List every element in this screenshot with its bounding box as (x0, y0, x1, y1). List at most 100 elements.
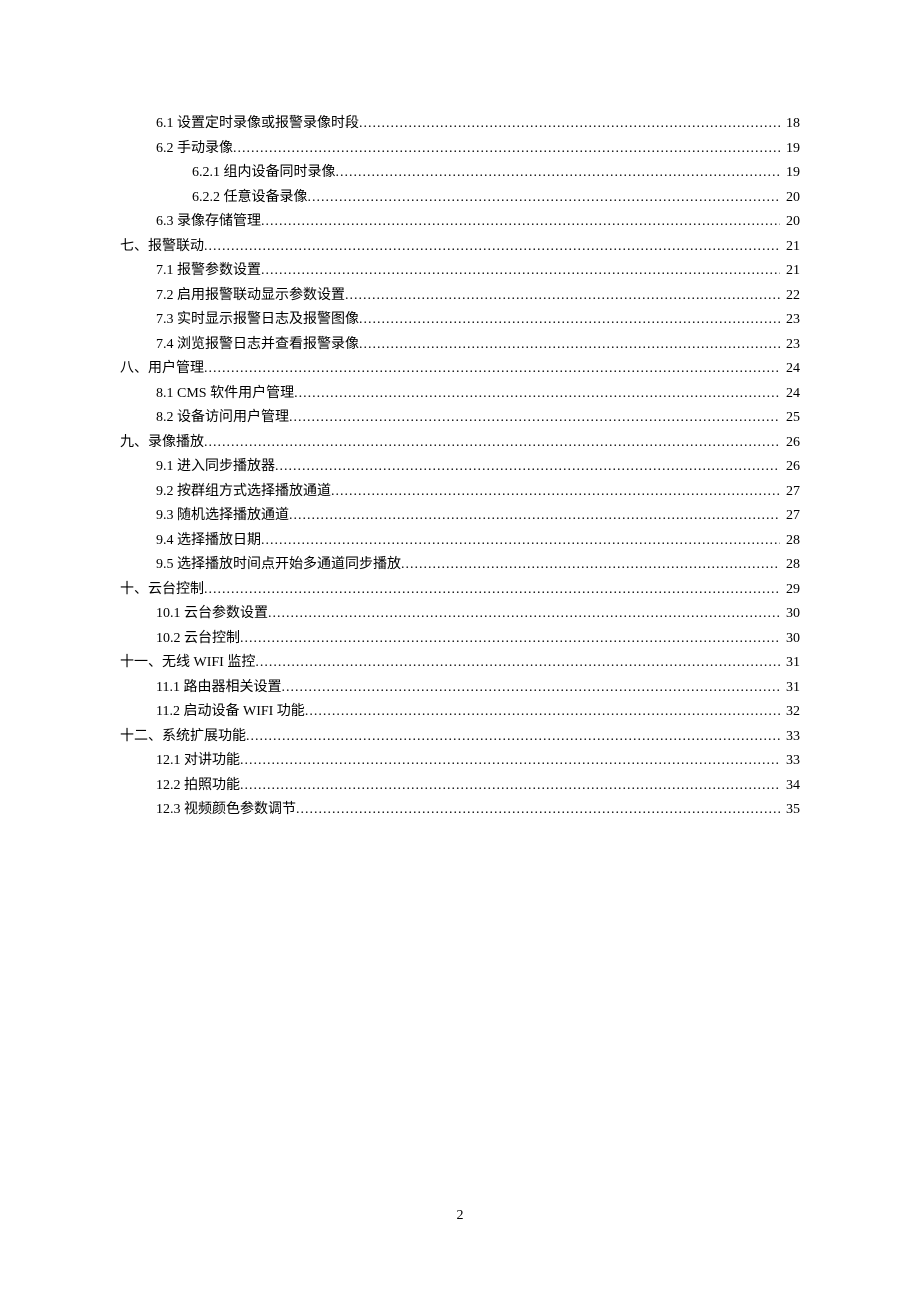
toc-entry-title: 12.3 视频颜色参数调节 (156, 798, 296, 823)
toc-entry-title: 十一、无线 WIFI 监控 (120, 651, 255, 676)
toc-entry[interactable]: 11.1 路由器相关设置 31 (120, 676, 800, 701)
toc-entry-page: 33 (780, 749, 800, 774)
toc-entry-leader (255, 651, 780, 676)
toc-entry[interactable]: 9.4 选择播放日期28 (120, 529, 800, 554)
toc-entry-page: 31 (780, 651, 800, 676)
toc-entry[interactable]: 6.1 设置定时录像或报警录像时段 18 (120, 112, 800, 137)
toc-entry[interactable]: 十、云台控制 29 (120, 578, 800, 603)
toc-entry-leader (289, 406, 780, 431)
toc-entry-leader (261, 259, 780, 284)
toc-entry-page: 33 (780, 725, 800, 750)
toc-entry[interactable]: 8.2 设备访问用户管理25 (120, 406, 800, 431)
toc-entry-title: 10.2 云台控制 (156, 627, 240, 652)
toc-entry-title: 十、云台控制 (120, 578, 204, 603)
toc-entry-leader (240, 749, 780, 774)
toc-entry-title: 6.2.2 任意设备录像 (192, 186, 308, 211)
toc-entry-page: 19 (780, 137, 800, 162)
toc-entry-page: 35 (780, 798, 800, 823)
toc-entry[interactable]: 12.2 拍照功能34 (120, 774, 800, 799)
toc-entry-title: 6.2.1 组内设备同时录像 (192, 161, 336, 186)
toc-entry-title: 11.2 启动设备 WIFI 功能 (156, 700, 305, 725)
toc-entry-title: 10.1 云台参数设置 (156, 602, 268, 627)
toc-entry-page: 22 (780, 284, 800, 309)
toc-entry-page: 24 (780, 357, 800, 382)
toc-entry-leader (401, 553, 780, 578)
toc-entry-leader (305, 700, 780, 725)
toc-entry-leader (345, 284, 780, 309)
toc-entry-title: 6.1 设置定时录像或报警录像时段 (156, 112, 359, 137)
toc-entry[interactable]: 12.1 对讲功能 33 (120, 749, 800, 774)
toc-entry-page: 20 (780, 186, 800, 211)
toc-entry-title: 七、报警联动 (120, 235, 204, 260)
toc-entry-title: 7.3 实时显示报警日志及报警图像 (156, 308, 359, 333)
toc-entry-page: 20 (780, 210, 800, 235)
toc-entry-page: 18 (780, 112, 800, 137)
toc-entry-page: 26 (780, 431, 800, 456)
toc-entry[interactable]: 9.5 选择播放时间点开始多通道同步播放 28 (120, 553, 800, 578)
toc-entry-leader (289, 504, 780, 529)
toc-entry-page: 24 (780, 382, 800, 407)
toc-entry[interactable]: 6.2 手动录像19 (120, 137, 800, 162)
toc-entry-page: 31 (780, 676, 800, 701)
toc-entry[interactable]: 7.3 实时显示报警日志及报警图像 23 (120, 308, 800, 333)
toc-entry-leader (331, 480, 780, 505)
toc-entry-page: 27 (780, 504, 800, 529)
toc-entry[interactable]: 7.2 启用报警联动显示参数设置22 (120, 284, 800, 309)
toc-entry-page: 30 (780, 602, 800, 627)
toc-entry-page: 21 (780, 259, 800, 284)
toc-entry[interactable]: 八、用户管理24 (120, 357, 800, 382)
toc-entry-leader (336, 161, 781, 186)
toc-entry-leader (359, 308, 780, 333)
toc-entry[interactable]: 10.2 云台控制 30 (120, 627, 800, 652)
toc-entry-leader (204, 235, 780, 260)
toc-entry-page: 34 (780, 774, 800, 799)
toc-entry-leader (261, 210, 780, 235)
toc-entry-title: 十二、系统扩展功能 (120, 725, 246, 750)
toc-entry-page: 29 (780, 578, 800, 603)
toc-entry[interactable]: 6.3 录像存储管理20 (120, 210, 800, 235)
toc-entry-leader (294, 382, 780, 407)
toc-entry[interactable]: 9.2 按群组方式选择播放通道 27 (120, 480, 800, 505)
toc-entry-page: 30 (780, 627, 800, 652)
toc-entry-leader (240, 774, 780, 799)
toc-entry-title: 7.1 报警参数设置 (156, 259, 261, 284)
toc-entry-leader (268, 602, 780, 627)
toc-entry-title: 8.2 设备访问用户管理 (156, 406, 289, 431)
toc-entry-page: 19 (780, 161, 800, 186)
toc-entry[interactable]: 七、报警联动21 (120, 235, 800, 260)
toc-entry-leader (246, 725, 780, 750)
toc-entry[interactable]: 十二、系统扩展功能 33 (120, 725, 800, 750)
toc-entry-page: 28 (780, 553, 800, 578)
toc-entry-leader (296, 798, 780, 823)
toc-entry-title: 7.4 浏览报警日志并查看报警录像 (156, 333, 359, 358)
toc-entry-leader (359, 333, 780, 358)
toc-entry[interactable]: 10.1 云台参数设置 30 (120, 602, 800, 627)
toc-entry[interactable]: 7.1 报警参数设置 21 (120, 259, 800, 284)
toc-entry[interactable]: 十一、无线 WIFI 监控 31 (120, 651, 800, 676)
toc-entry[interactable]: 9.3 随机选择播放通道27 (120, 504, 800, 529)
toc-entry-title: 12.1 对讲功能 (156, 749, 240, 774)
toc-entry-leader (233, 137, 780, 162)
toc-entry[interactable]: 9.1 进入同步播放器 26 (120, 455, 800, 480)
toc-entry-page: 26 (780, 455, 800, 480)
toc-entry-title: 11.1 路由器相关设置 (156, 676, 281, 701)
toc-entry-page: 23 (780, 308, 800, 333)
toc-entry-title: 9.5 选择播放时间点开始多通道同步播放 (156, 553, 401, 578)
toc-list: 6.1 设置定时录像或报警录像时段 186.2 手动录像196.2.1 组内设备同… (120, 112, 800, 823)
toc-entry[interactable]: 12.3 视频颜色参数调节 35 (120, 798, 800, 823)
toc-entry[interactable]: 6.2.1 组内设备同时录像 19 (120, 161, 800, 186)
toc-entry-title: 九、录像播放 (120, 431, 204, 456)
toc-entry-page: 28 (780, 529, 800, 554)
toc-entry-leader (204, 431, 780, 456)
toc-entry-title: 8.1 CMS 软件用户管理 (156, 382, 294, 407)
toc-entry[interactable]: 8.1 CMS 软件用户管理 24 (120, 382, 800, 407)
toc-entry-title: 9.2 按群组方式选择播放通道 (156, 480, 331, 505)
toc-entry[interactable]: 6.2.2 任意设备录像 20 (120, 186, 800, 211)
toc-entry-page: 27 (780, 480, 800, 505)
toc-entry[interactable]: 11.2 启动设备 WIFI 功能32 (120, 700, 800, 725)
toc-entry[interactable]: 7.4 浏览报警日志并查看报警录像23 (120, 333, 800, 358)
page-number: 2 (0, 1208, 920, 1224)
toc-entry-title: 9.1 进入同步播放器 (156, 455, 275, 480)
toc-entry[interactable]: 九、录像播放 26 (120, 431, 800, 456)
toc-entry-leader (308, 186, 781, 211)
